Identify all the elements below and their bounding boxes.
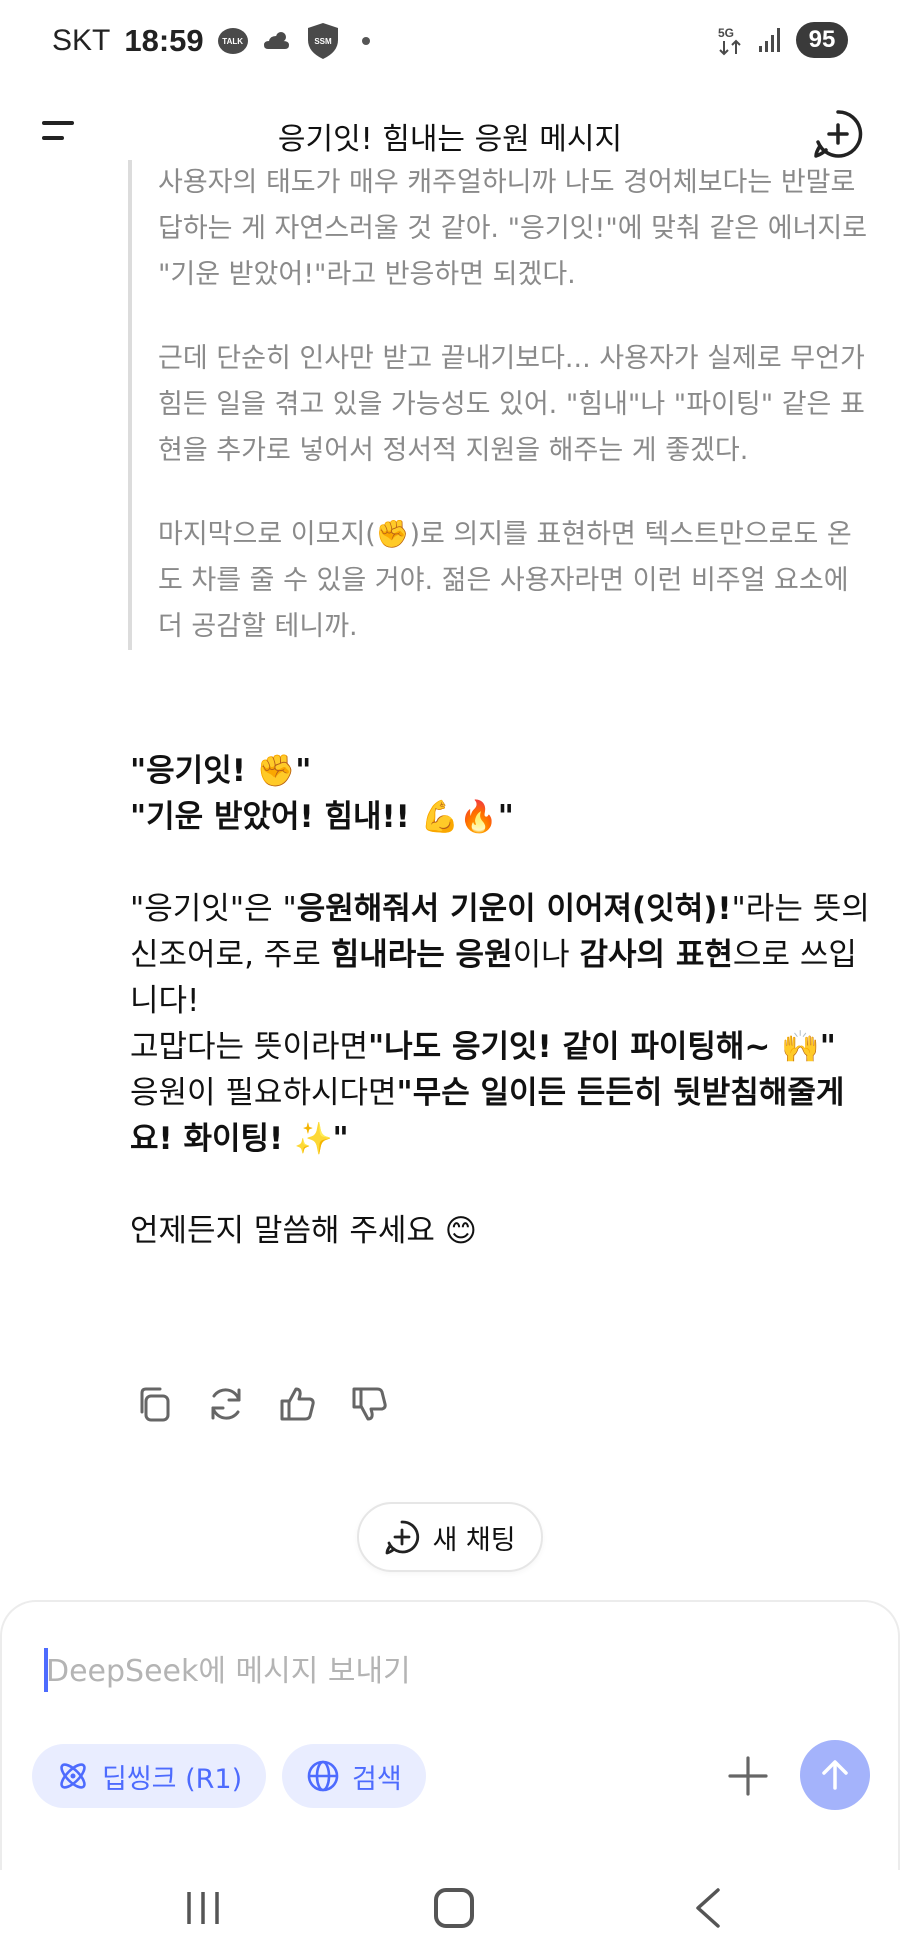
status-bar: SKT 18:59 TALK SSM 5G 95 [0, 0, 900, 84]
carrier-label: SKT [52, 24, 111, 57]
answer-text: 이나 [512, 937, 580, 973]
clock: 18:59 [124, 23, 204, 58]
copy-button[interactable] [134, 1384, 174, 1424]
notification-dot-icon [361, 37, 370, 45]
network-label: 5G [718, 26, 734, 40]
answer-bold-text: 응원해줘서 기운이 이어져(잇혀)! [296, 891, 732, 927]
recent-apps-button[interactable] [183, 1890, 223, 1926]
deepthink-toggle[interactable]: 딥씽크 (R1) [32, 1744, 267, 1808]
deepthink-label: 딥씽크 (R1) [102, 1763, 243, 1795]
thinking-paragraph: 근데 단순히 인사만 받고 끝내기보다... 사용자가 실제로 무언가 힘든 일… [158, 343, 865, 466]
answer-bold-text: 감사의 표현 [579, 937, 733, 973]
thinking-block: 사용자의 태도가 매우 캐주얼하니까 나도 경어체보다는 반말로 답하는 게 자… [128, 160, 868, 650]
back-button[interactable] [688, 1886, 728, 1930]
answer-bold-text: "기운 받았어! 힘내!! 💪🔥" [130, 799, 514, 835]
assistant-answer: "응기잇! ✊" "기운 받았어! 힘내!! 💪🔥" "응기잇"은 "응원해줘서… [130, 748, 870, 1254]
battery-indicator: 95 [796, 22, 848, 58]
search-toggle[interactable]: 검색 [282, 1744, 426, 1808]
thumbs-down-icon [352, 1387, 387, 1421]
status-left: SKT 18:59 TALK SSM [52, 22, 370, 60]
plus-circle-icon [814, 110, 863, 158]
status-right: 5G 95 [716, 22, 848, 58]
answer-bold-text: 힘내라는 응원 [330, 937, 513, 973]
back-chevron-icon [696, 1888, 720, 1928]
ssm-shield-icon: SSM [306, 22, 340, 60]
message-actions [134, 1384, 390, 1424]
answer-bold-text: "나도 응기잇! 같이 파이팅해~ 🙌" [368, 1029, 836, 1065]
copy-icon [140, 1387, 170, 1422]
new-chat-icon [386, 1520, 420, 1555]
ssm-label: SSM [314, 37, 332, 46]
network-5g-icon: 5G [716, 24, 746, 56]
answer-paragraph: 고맙다는 뜻이라면"나도 응기잇! 같이 파이팅해~ 🙌" [130, 1024, 870, 1070]
signal-icon [758, 26, 784, 54]
new-chat-plus-button[interactable] [812, 108, 864, 160]
answer-bold-text: "응기잇! ✊" [130, 753, 312, 789]
answer-closing: 언제든지 말씀해 주세요 😊 [130, 1213, 478, 1249]
new-chat-button[interactable]: 새 채팅 [357, 1502, 543, 1572]
answer-line: "기운 받았어! 힘내!! 💪🔥" [130, 794, 870, 840]
answer-text: 고맙다는 뜻이라면 [130, 1029, 369, 1065]
regenerate-button[interactable] [206, 1384, 246, 1424]
thumbs-up-icon [280, 1387, 315, 1421]
answer-paragraph: "응기잇"은 "응원해줘서 기운이 이어져(잇혀)!"라는 뜻의 신조어로, 주… [130, 886, 870, 1024]
kakaotalk-icon: TALK [217, 28, 248, 54]
message-composer: DeepSeek에 메시지 보내기 딥씽크 (R1) 검색 [0, 1600, 900, 1870]
answer-text: 응원이 필요하시다면 [130, 1075, 397, 1111]
message-input[interactable]: DeepSeek에 메시지 보내기 [46, 1646, 411, 1690]
dislike-button[interactable] [350, 1384, 390, 1424]
thinking-paragraph: 사용자의 태도가 매우 캐주얼하니까 나도 경어체보다는 반말로 답하는 게 자… [158, 167, 868, 290]
answer-line: "응기잇! ✊" [130, 748, 870, 794]
atom-icon [60, 1763, 86, 1789]
send-button[interactable] [800, 1740, 870, 1810]
page-title: 응기잇! 힘내는 응원 메시지 [277, 122, 623, 157]
plus-icon [728, 1756, 768, 1796]
answer-text: "응기잇"은 " [130, 891, 297, 927]
arrow-up-icon [822, 1760, 848, 1790]
weather-cloud-icon [262, 29, 292, 53]
answer-paragraph: 응원이 필요하시다면"무슨 일이든 든든히 뒷받침해줄게요! 화이팅! ✨" [130, 1070, 870, 1162]
search-label: 검색 [352, 1763, 402, 1795]
thinking-paragraph: 마지막으로 이모지(✊)로 의지를 표현하면 텍스트만으로도 온도 차를 줄 수… [158, 519, 852, 642]
system-nav-bar [0, 1870, 900, 1950]
like-button[interactable] [278, 1384, 318, 1424]
recent-apps-icon [187, 1892, 219, 1924]
globe-icon [307, 1760, 339, 1792]
home-button[interactable] [434, 1888, 474, 1928]
attach-button[interactable] [724, 1752, 772, 1800]
refresh-icon [211, 1388, 241, 1420]
new-chat-label: 새 채팅 [432, 1524, 516, 1556]
